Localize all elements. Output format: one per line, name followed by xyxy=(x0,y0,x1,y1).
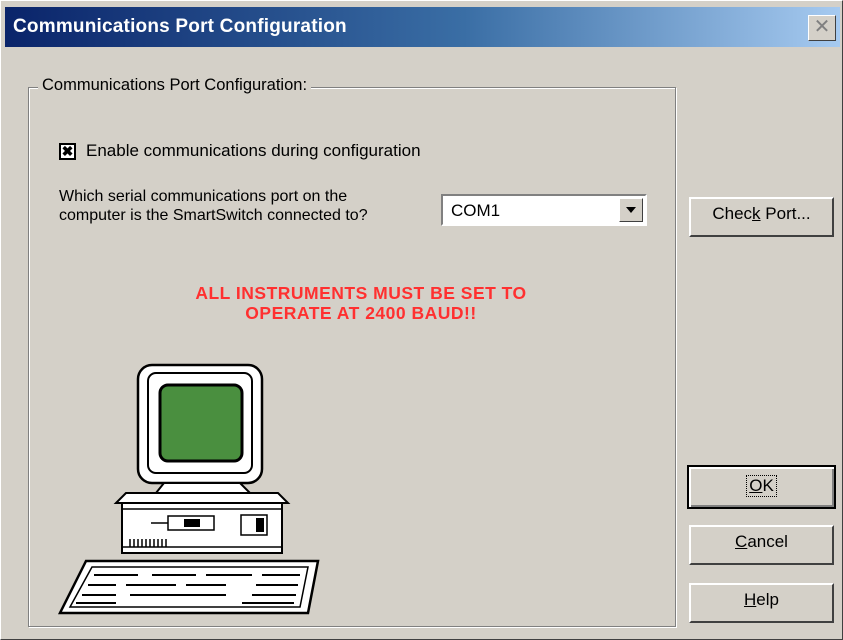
groupbox-label: Communications Port Configuration: xyxy=(38,76,312,95)
dropdown-arrow-icon[interactable] xyxy=(619,198,643,222)
baud-warning-line-2: OPERATE AT 2400 BAUD!! xyxy=(245,303,477,323)
desktop-computer-icon xyxy=(56,361,356,631)
com-port-select[interactable]: COM1 xyxy=(441,194,647,226)
baud-warning-line-1: ALL INSTRUMENTS MUST BE SET TO xyxy=(195,283,527,303)
cancel-label: Cancel xyxy=(735,532,788,551)
window-title: Communications Port Configuration xyxy=(13,16,347,37)
dialog-window: Communications Port Configuration ✕ Comm… xyxy=(0,0,843,640)
enable-comms-checkbox[interactable]: ✖ xyxy=(59,143,76,160)
title-bar[interactable]: Communications Port Configuration ✕ xyxy=(5,7,840,47)
enable-comms-label[interactable]: Enable communications during configurati… xyxy=(86,141,421,161)
com-port-value: COM1 xyxy=(451,201,501,220)
check-port-label: Check Port... xyxy=(712,204,811,223)
check-port-button[interactable]: Check Port... xyxy=(689,197,834,237)
close-icon: ✕ xyxy=(813,16,831,38)
ok-label: OK xyxy=(746,475,777,497)
checkmark-icon: ✖ xyxy=(61,143,74,159)
help-button[interactable]: Help xyxy=(689,583,834,623)
baud-warning: ALL INSTRUMENTS MUST BE SET TO OPERATE A… xyxy=(111,283,611,323)
ok-button[interactable]: OK xyxy=(687,465,836,509)
cancel-button[interactable]: Cancel xyxy=(689,525,834,565)
port-question-label: Which serial communications port on the … xyxy=(59,187,439,225)
help-label: Help xyxy=(744,590,779,609)
port-question-line-1: Which serial communications port on the xyxy=(59,188,348,205)
port-question-line-2: computer is the SmartSwitch connected to… xyxy=(59,207,368,224)
close-button[interactable]: ✕ xyxy=(808,15,836,41)
